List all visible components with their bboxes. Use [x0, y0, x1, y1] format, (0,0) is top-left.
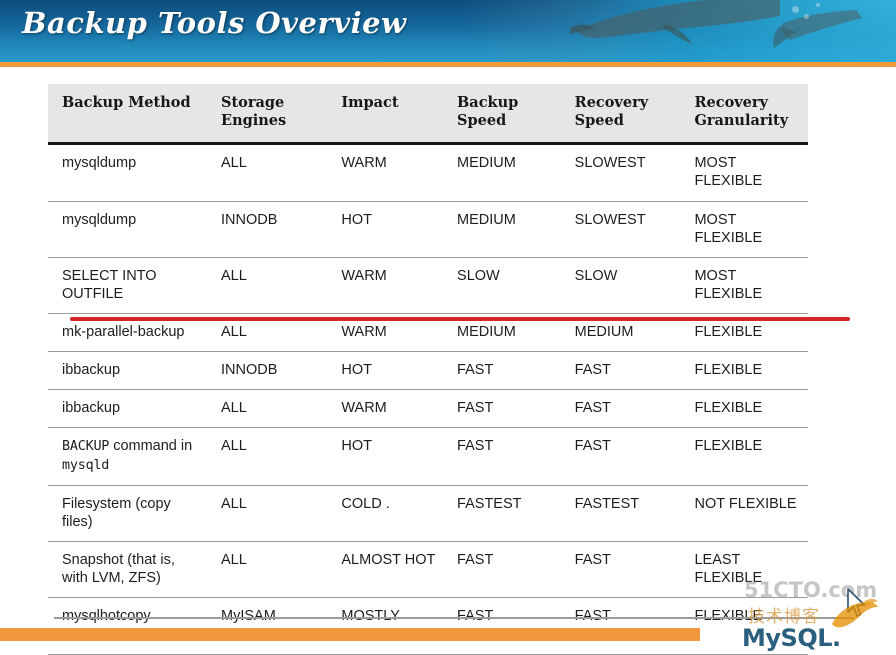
cell-backup-method-text: command in — [109, 438, 193, 455]
cell-backup-speed: MEDIUM — [443, 143, 561, 202]
cell-backup-method: SELECT INTO OUTFILE — [48, 257, 208, 315]
bubble-icon — [804, 14, 809, 19]
cell-backup-method: mysqldump — [48, 201, 208, 258]
cell-backup-speed: FAST — [443, 541, 561, 599]
column-header-backup-speed: Backup Speed — [443, 84, 561, 146]
table-row: ibbackup INNODB HOT FAST FAST FLEXIBLE — [48, 351, 808, 391]
cell-recovery-granularity: FLEXIBLE — [680, 389, 808, 429]
cell-backup-speed: FAST — [443, 389, 561, 429]
cell-impact: WARM — [327, 313, 444, 353]
cell-impact: HOT — [327, 351, 444, 391]
cell-backup-method: ibbackup — [48, 351, 208, 391]
cell-storage-engines: ALL — [207, 257, 328, 315]
cell-backup-speed: MEDIUM — [443, 313, 561, 353]
table-row: SELECT INTO OUTFILE ALL WARM SLOW SLOW M… — [48, 257, 808, 315]
cell-impact: WARM — [327, 389, 444, 429]
table-body: mysqldump ALL WARM MEDIUM SLOWEST MOST F… — [48, 143, 808, 655]
cell-recovery-granularity: FLEXIBLE — [680, 427, 808, 486]
cell-storage-engines: INNODB — [207, 201, 328, 258]
cell-impact: WARM — [327, 143, 444, 202]
cell-recovery-speed: FAST — [560, 351, 681, 391]
backup-tools-table: Backup Method Storage Engines Impact Bac… — [48, 84, 808, 655]
cell-backup-method: BACKUP command in mysqld — [48, 427, 208, 486]
cell-storage-engines: ALL — [207, 389, 328, 429]
cell-recovery-granularity: MOST FLEXIBLE — [680, 143, 808, 202]
cell-storage-engines: ALL — [207, 485, 328, 543]
column-header-impact: Impact — [327, 84, 444, 146]
table-header: Backup Method Storage Engines Impact Bac… — [48, 84, 808, 146]
cell-backup-method: Snapshot (that is, with LVM, ZFS) — [48, 541, 208, 599]
cell-recovery-granularity: MOST FLEXIBLE — [680, 257, 808, 315]
mysql-dolphin-logo-icon — [832, 598, 878, 628]
cell-backup-method: mk-parallel-backup — [48, 313, 208, 353]
header-accent-rule-white — [0, 67, 896, 69]
bubble-icon — [816, 3, 820, 7]
cell-backup-method: Filesystem (copy files) — [48, 485, 208, 543]
cell-backup-speed: FAST — [443, 427, 561, 486]
cell-recovery-speed: FAST — [560, 541, 681, 599]
backup-tools-table-container: Backup Method Storage Engines Impact Bac… — [48, 84, 850, 655]
cell-recovery-speed: FAST — [560, 597, 681, 655]
column-header-storage-engines: Storage Engines — [207, 84, 328, 146]
cell-recovery-granularity: FLEXIBLE — [680, 351, 808, 391]
cell-storage-engines: ALL — [207, 427, 328, 486]
cell-recovery-speed: FAST — [560, 389, 681, 429]
table-row-struck-out: mk-parallel-backup ALL WARM MEDIUM MEDIU… — [48, 313, 808, 353]
table-row: mysqlhotcopy MyISAM MOSTLY COLD FAST FAS… — [48, 597, 808, 655]
cell-backup-speed: SLOW — [443, 257, 561, 315]
footer-divider — [54, 617, 854, 619]
cell-recovery-granularity: MOST FLEXIBLE — [680, 201, 808, 258]
cell-recovery-granularity: NOT FLEXIBLE — [680, 485, 808, 543]
column-header-recovery-speed: Recovery Speed — [560, 84, 681, 146]
page-title: Backup Tools Overview — [22, 6, 407, 40]
cell-storage-engines: MyISAM — [207, 597, 328, 655]
column-header-backup-method: Backup Method — [48, 84, 208, 146]
cell-impact: HOT — [327, 427, 444, 486]
cell-storage-engines: ALL — [207, 313, 328, 353]
cell-recovery-speed: SLOW — [560, 257, 681, 315]
cell-backup-method: mysqlhotcopy — [48, 597, 208, 655]
cell-storage-engines: ALL — [207, 143, 328, 202]
cell-backup-method: ibbackup — [48, 389, 208, 429]
cell-impact: ALMOST HOT — [327, 541, 444, 599]
cell-impact: HOT — [327, 201, 444, 258]
cell-backup-method-daemon: mysqld — [62, 458, 110, 474]
cell-recovery-speed: SLOWEST — [560, 143, 681, 202]
cell-backup-method-keyword: BACKUP — [62, 439, 110, 455]
cell-recovery-speed: MEDIUM — [560, 313, 681, 353]
table-row: Filesystem (copy files) ALL COLD . FASTE… — [48, 485, 808, 543]
cell-impact: WARM — [327, 257, 444, 315]
table-row: Snapshot (that is, with LVM, ZFS) ALL AL… — [48, 541, 808, 599]
cell-recovery-speed: SLOWEST — [560, 201, 681, 258]
cell-recovery-granularity: FLEXIBLE — [680, 313, 808, 353]
footer-accent-bar — [0, 628, 700, 641]
bubble-icon — [792, 6, 799, 13]
cell-recovery-speed: FAST — [560, 427, 681, 486]
table-row: BACKUP command in mysqld ALL HOT FAST FA… — [48, 427, 808, 486]
slide-header-banner: Backup Tools Overview — [0, 0, 896, 62]
table-row: ibbackup ALL WARM FAST FAST FLEXIBLE — [48, 389, 808, 429]
table-row: mysqldump INNODB HOT MEDIUM SLOWEST MOST… — [48, 201, 808, 258]
cell-backup-method: mysqldump — [48, 143, 208, 202]
column-header-recovery-granularity: Recovery Granularity — [680, 84, 808, 146]
cell-storage-engines: ALL — [207, 541, 328, 599]
table-header-row: Backup Method Storage Engines Impact Bac… — [48, 84, 808, 146]
cell-backup-speed: FAST — [443, 597, 561, 655]
cell-recovery-speed: FASTEST — [560, 485, 681, 543]
dolphin-illustration — [570, 0, 780, 44]
cell-storage-engines: INNODB — [207, 351, 328, 391]
cell-impact: COLD . — [327, 485, 444, 543]
cell-backup-speed: FASTEST — [443, 485, 561, 543]
cell-backup-speed: MEDIUM — [443, 201, 561, 258]
dolphin-tail-illustration — [773, 10, 862, 48]
cell-impact: MOSTLY COLD — [327, 597, 444, 655]
table-row: mysqldump ALL WARM MEDIUM SLOWEST MOST F… — [48, 143, 808, 202]
cell-backup-speed: FAST — [443, 351, 561, 391]
